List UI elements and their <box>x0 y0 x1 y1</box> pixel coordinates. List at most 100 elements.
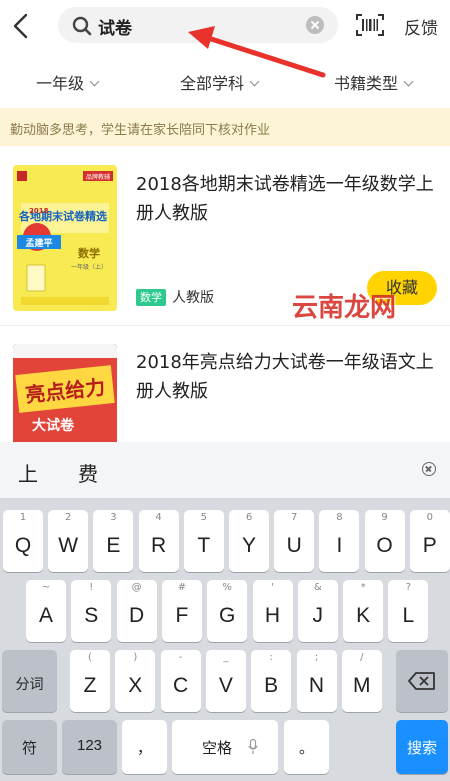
key-label: O <box>376 534 393 557</box>
key-hint: @ <box>131 582 142 593</box>
book-cover[interactable]: 品牌教辅 各地期末试卷精选 2018 孟建平 数学 一年级（上） <box>13 165 117 311</box>
key-label: L <box>402 604 415 627</box>
key-hint: _ <box>223 652 229 663</box>
book-title[interactable]: 2018年亮点给力大试卷一年级语文上册人教版 <box>136 348 438 406</box>
key-label: J <box>312 604 324 627</box>
candidate-word[interactable]: 费 <box>78 458 98 487</box>
key-h[interactable]: ' H <box>252 580 293 642</box>
filter-grade[interactable]: 一年级 <box>36 70 100 94</box>
key-v[interactable]: _ V <box>205 650 246 712</box>
key-hint: % <box>222 582 232 593</box>
key-hint: ! <box>89 582 94 593</box>
key-hint: 2 <box>65 512 72 523</box>
barcode-scan-icon <box>356 14 384 36</box>
space-key[interactable]: 空格 <box>172 720 278 774</box>
key-k[interactable]: * K <box>343 580 384 642</box>
search-key[interactable]: 搜索 <box>396 720 448 774</box>
key-o[interactable]: 9O <box>364 510 405 572</box>
key-l[interactable]: ? L <box>388 580 429 642</box>
scan-barcode-button[interactable] <box>355 12 385 38</box>
key-w[interactable]: 2W <box>48 510 89 572</box>
key-m[interactable]: / M <box>341 650 382 712</box>
key-q[interactable]: 1Q <box>3 510 43 572</box>
key-b[interactable]: :B <box>251 650 292 712</box>
key-y[interactable]: 6Y <box>229 510 269 572</box>
search-key-label: 搜索 <box>406 740 437 757</box>
soft-keyboard: 上 费 1Q2W3E4R5T6Y7U8I9O0P ~ A! S @ D # F% G ' H & J *… <box>0 442 450 781</box>
key-label: B <box>264 674 279 697</box>
edition-label: 人教版 <box>172 290 214 306</box>
number-key-label: 123 <box>76 737 103 754</box>
book-cover-art: 品牌教辅 各地期末试卷精选 2018 孟建平 数学 一年级（上） <box>13 165 117 311</box>
key-label: Y <box>241 534 256 557</box>
backspace-key[interactable] <box>396 650 448 712</box>
key-hint: 7 <box>291 512 298 523</box>
cover-subject: 数学 <box>78 246 100 260</box>
filter-grade-label: 一年级 <box>36 74 85 93</box>
key-hint: 3 <box>110 512 117 523</box>
filter-bar: 一年级 全部学科 书籍类型 <box>0 60 450 104</box>
book-title[interactable]: 2018各地期末试卷精选一年级数学上册人教版 <box>136 170 438 228</box>
key-hint: 5 <box>200 512 207 523</box>
microphone-icon <box>248 739 258 754</box>
key-label: I <box>336 534 343 557</box>
key-r[interactable]: 4R <box>138 510 179 572</box>
notice-text: 勤动脑多思考，学生请在家长陪同下核对作业 <box>10 123 271 138</box>
chevron-down-icon <box>403 76 414 87</box>
key-j[interactable]: & J <box>297 580 338 642</box>
back-button[interactable] <box>8 10 36 42</box>
key-label: F <box>175 604 189 627</box>
key-label: A <box>38 604 53 627</box>
period-key[interactable]: 。 <box>284 720 329 774</box>
comma-key[interactable]: ， <box>122 720 167 774</box>
candidate-word[interactable]: 上 <box>18 458 38 487</box>
key-label: W <box>58 534 79 557</box>
key-hint: 1 <box>19 512 27 523</box>
key-label: H <box>264 604 281 627</box>
number-key[interactable]: 123 <box>62 720 117 774</box>
book-cover[interactable]: 亮点给力 大试卷 <box>13 344 117 442</box>
search-icon <box>72 16 92 36</box>
fenci-key-label: 分词 <box>15 676 44 692</box>
list-item[interactable]: 亮点给力 大试卷 2018年亮点给力大试卷一年级语文上册人教版 <box>0 326 450 442</box>
key-hint: 8 <box>336 512 343 523</box>
subject-tag: 数学 <box>136 289 166 306</box>
key-i[interactable]: 8I <box>319 510 360 572</box>
key-n[interactable]: ; N <box>296 650 337 712</box>
key-hint: & <box>313 582 322 593</box>
watermark: 云南龙网 <box>292 293 397 323</box>
feedback-button[interactable]: 反馈 <box>404 14 438 39</box>
cover-grade: 一年级（上） <box>71 263 107 271</box>
key-p[interactable]: 0P <box>409 510 450 572</box>
key-label: M <box>353 674 371 697</box>
backspace-icon <box>408 672 435 690</box>
filter-book-type-label: 书籍类型 <box>334 74 399 93</box>
key-z[interactable]: (Z <box>70 650 110 712</box>
close-candidates-icon[interactable] <box>422 462 436 476</box>
symbol-key[interactable]: 符 <box>2 720 57 774</box>
key-d[interactable]: @ D <box>116 580 157 642</box>
key-g[interactable]: % G <box>207 580 248 642</box>
filter-book-type[interactable]: 书籍类型 <box>334 70 414 94</box>
key-u[interactable]: 7U <box>274 510 315 572</box>
key-f[interactable]: # F <box>161 580 202 642</box>
key-hint: # <box>177 582 187 593</box>
filter-subject-label: 全部学科 <box>180 74 245 93</box>
key-hint: 6 <box>245 512 253 523</box>
key-label: Z <box>83 674 97 697</box>
key-a[interactable]: ~ A <box>26 580 66 642</box>
key-hint: 4 <box>155 512 162 523</box>
key-label: C <box>173 674 189 697</box>
key-s[interactable]: ! S <box>71 580 112 642</box>
cover-year: 2018 <box>29 207 49 215</box>
key-label: Q <box>14 534 32 557</box>
key-t[interactable]: 5T <box>183 510 224 572</box>
key-c[interactable]: -C <box>160 650 201 712</box>
key-e[interactable]: 3E <box>93 510 134 572</box>
filter-subject[interactable]: 全部学科 <box>180 70 260 94</box>
fenci-key[interactable]: 分词 <box>2 650 57 712</box>
key-hint: / <box>360 652 364 663</box>
key-x[interactable]: ) X <box>115 650 156 712</box>
candidate-bar: 上 费 <box>0 442 450 498</box>
key-label: D <box>129 604 145 627</box>
